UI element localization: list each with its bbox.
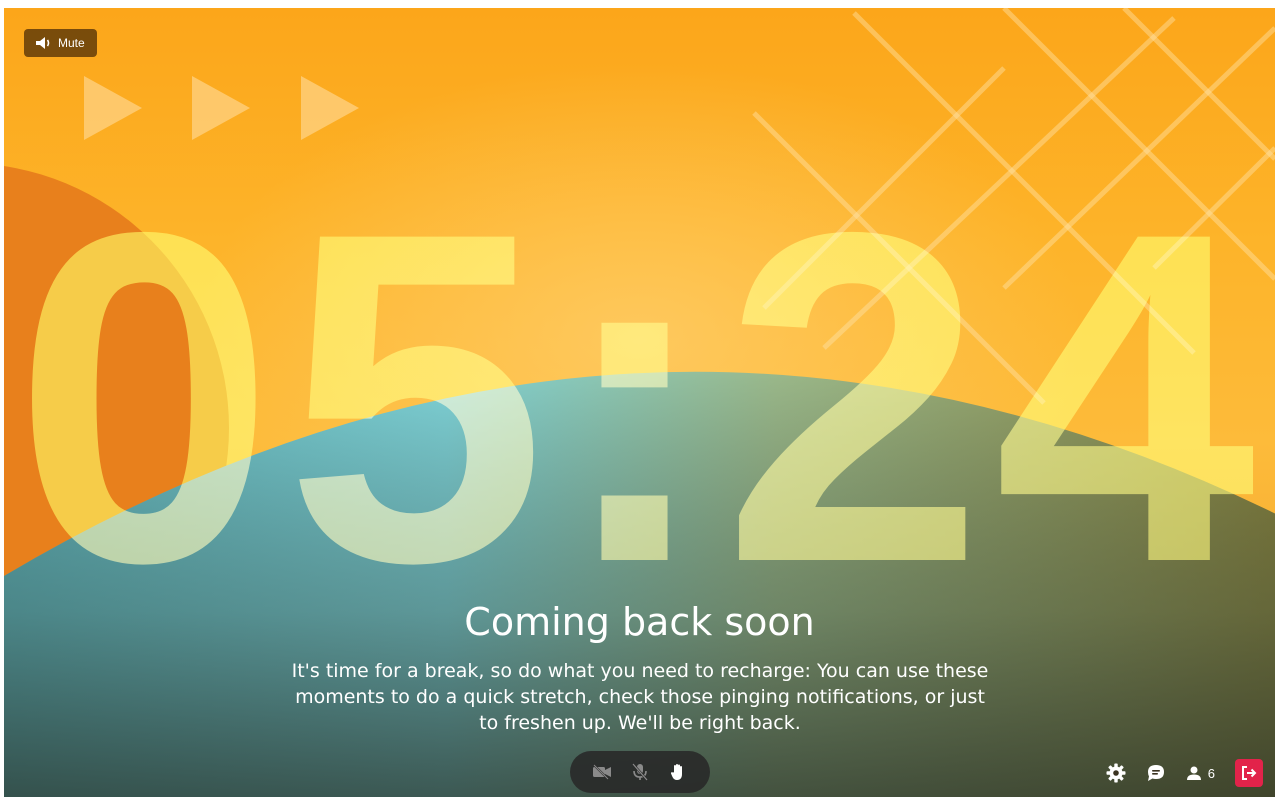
participants-button[interactable]: 6: [1186, 765, 1215, 781]
right-toolbar: 6: [1106, 759, 1263, 787]
camera-off-icon: [593, 764, 611, 780]
countdown-separator: :: [556, 135, 723, 660]
participant-count: 6: [1207, 765, 1215, 781]
gear-icon: [1106, 763, 1126, 783]
person-icon: [1186, 766, 1201, 780]
break-headline: Coming back soon: [464, 600, 815, 644]
chat-icon: [1147, 765, 1164, 781]
mic-off-icon: [632, 763, 648, 781]
call-controls: [570, 751, 710, 793]
leave-icon: [1242, 766, 1257, 780]
break-message: It's time for a break, so do what you ne…: [291, 660, 989, 734]
countdown-seconds: 24: [722, 135, 1266, 660]
mute-button[interactable]: Mute: [24, 29, 97, 57]
raise-hand-button[interactable]: [668, 762, 688, 782]
chat-button[interactable]: [1146, 764, 1166, 782]
break-screen: Mute 05:24 Coming back soon It's time fo…: [4, 8, 1275, 797]
camera-toggle-button[interactable]: [592, 762, 612, 782]
speaker-icon: [36, 37, 52, 49]
leave-button[interactable]: [1235, 759, 1263, 787]
countdown-timer: 05:24: [4, 163, 1275, 633]
mic-toggle-button[interactable]: [630, 762, 650, 782]
raise-hand-icon: [670, 764, 682, 780]
countdown-minutes: 05: [13, 135, 557, 660]
mute-label: Mute: [58, 36, 85, 50]
settings-button[interactable]: [1106, 763, 1126, 783]
